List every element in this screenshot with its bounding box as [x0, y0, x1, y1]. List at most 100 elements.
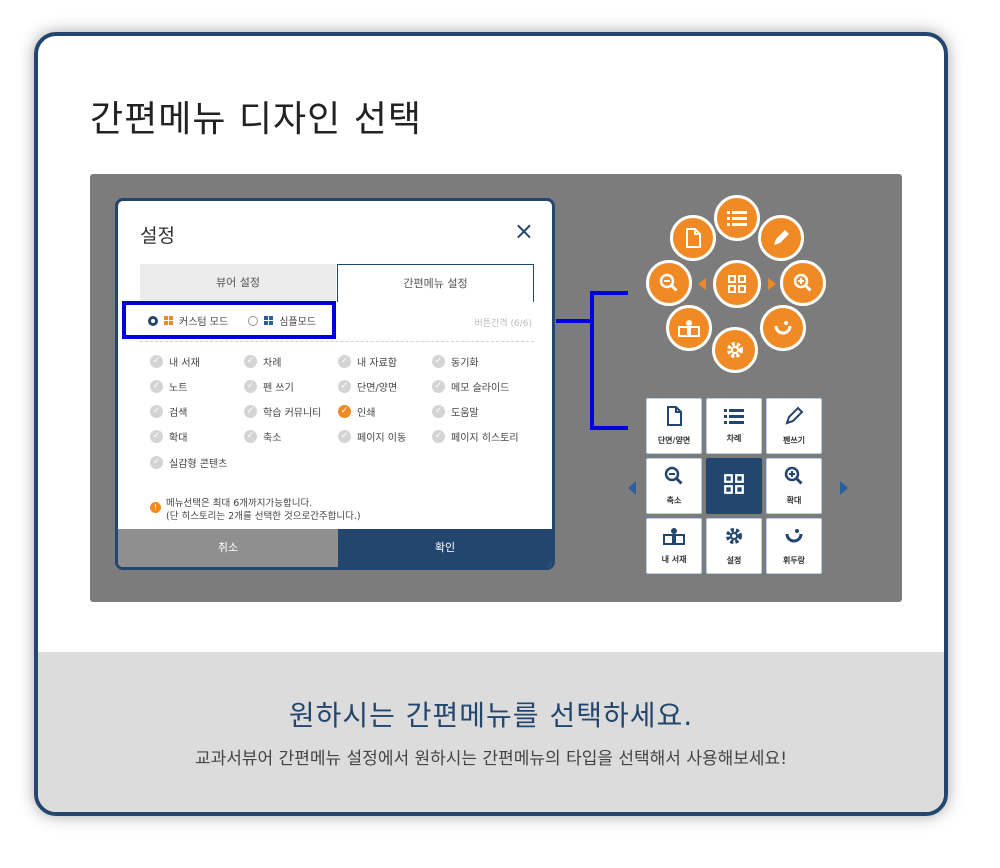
check-icon: ✓: [338, 355, 351, 368]
grid-menu-label: 축소: [666, 496, 682, 505]
pen-icon[interactable]: [758, 215, 804, 261]
dialog-title: 설정: [140, 225, 175, 247]
gear-icon[interactable]: [712, 327, 758, 373]
footer-title: 원하시는 간편메뉴를 선택하세요.: [288, 699, 694, 732]
option-label: 차례: [263, 358, 282, 369]
check-icon: ✓: [338, 380, 351, 393]
option-label: 노트: [169, 383, 188, 394]
option-label: 내 자료함: [357, 358, 397, 369]
grid-icon: [723, 473, 745, 499]
grid-menu-button[interactable]: 차례: [706, 398, 762, 454]
check-icon: ✓: [244, 430, 257, 443]
list-icon[interactable]: [714, 195, 760, 241]
option-label: 내 서재: [169, 358, 200, 369]
grid-menu-label: 단면/양면: [657, 436, 691, 445]
menu-option[interactable]: ✓ 도움말: [432, 404, 479, 419]
grid-menu-label: 휘두랑: [782, 556, 806, 565]
check-icon: ✓: [150, 355, 163, 368]
check-icon: ✓: [244, 355, 257, 368]
info-note: ! 메뉴선택은 최대 6개까지가능합니다. (단 히스토리는 2개를 선택한 것…: [150, 497, 361, 523]
preview-stage: 설정 × 뷰어 설정 간편메뉴 설정 커스텀 모드 심플모드 버튼간격 (6/6…: [90, 174, 902, 602]
footer-panel: 원하시는 간편메뉴를 선택하세요. 교과서뷰어 간편메뉴 설정에서 원하시는 간…: [38, 652, 944, 812]
grid-icon[interactable]: [713, 260, 761, 308]
settings-dialog: 설정 × 뷰어 설정 간편메뉴 설정 커스텀 모드 심플모드 버튼간격 (6/6…: [115, 198, 555, 570]
arrow-left-icon[interactable]: [698, 278, 706, 290]
book-icon[interactable]: [666, 305, 712, 351]
option-label: 메모 슬라이드: [451, 383, 510, 394]
option-label: 학습 커뮤니티: [263, 408, 322, 419]
divider: [140, 341, 534, 342]
tab-quickmenu-settings[interactable]: 간편메뉴 설정: [337, 264, 534, 302]
grid-menu-button[interactable]: 확대: [766, 458, 822, 514]
note-line-1: 메뉴선택은 최대 6개까지가능합니다.: [166, 498, 313, 509]
arrow-left-icon[interactable]: [628, 481, 636, 495]
zoom-out-icon[interactable]: [646, 260, 692, 306]
tab-viewer-settings[interactable]: 뷰어 설정: [140, 264, 336, 302]
menu-option[interactable]: ✓ 축소: [244, 429, 281, 444]
zoom-in-icon[interactable]: [780, 260, 826, 306]
list-icon: [724, 408, 744, 428]
mode-highlight-box: [122, 301, 336, 339]
menu-option[interactable]: ✓ 학습 커뮤니티: [244, 404, 321, 419]
logo-icon: [784, 526, 804, 550]
grid-menu-label: 내 서재: [661, 555, 687, 564]
option-label: 페이지 이동: [357, 433, 407, 444]
option-label: 단면/양면: [357, 383, 398, 394]
menu-option[interactable]: ✓ 확대: [150, 429, 187, 444]
check-icon: ✓: [338, 430, 351, 443]
confirm-button[interactable]: 확인: [338, 529, 552, 567]
menu-option[interactable]: ✓ 검색: [150, 404, 187, 419]
grid-menu-button[interactable]: [706, 458, 762, 514]
logo-icon[interactable]: [760, 305, 806, 351]
pen-icon: [784, 406, 804, 430]
option-label: 축소: [263, 433, 282, 444]
info-card: 간편메뉴 디자인 선택 설정 × 뷰어 설정 간편메뉴 설정 커스텀 모드 심플…: [34, 32, 948, 816]
page-title: 간편메뉴 디자인 선택: [90, 99, 422, 140]
grid-menu-label: 펜쓰기: [782, 436, 806, 445]
note-line-2: (단 히스토리는 2개를 선택한 것으로간주합니다.): [166, 511, 361, 522]
spacing-text: 버튼간격 (6/6): [474, 319, 533, 329]
close-icon[interactable]: ×: [514, 217, 534, 245]
check-icon: ✓: [150, 405, 163, 418]
grid-menu-button[interactable]: 펜쓰기: [766, 398, 822, 454]
option-label: 검색: [169, 408, 188, 419]
check-icon: ✓: [432, 405, 445, 418]
menu-option[interactable]: ✓ 실감형 콘텐츠: [150, 455, 227, 470]
menu-option[interactable]: ✓ 인쇄: [338, 404, 375, 419]
menu-option[interactable]: ✓ 내 자료함: [338, 354, 397, 369]
option-label: 인쇄: [357, 408, 376, 419]
grid-menu-button[interactable]: 내 서재: [646, 518, 702, 574]
menu-option[interactable]: ✓ 동기화: [432, 354, 479, 369]
option-label: 페이지 히스토리: [451, 433, 519, 444]
menu-option[interactable]: ✓ 페이지 히스토리: [432, 429, 519, 444]
check-icon: ✓: [150, 430, 163, 443]
grid-menu-button[interactable]: 휘두랑: [766, 518, 822, 574]
check-icon: ✓: [150, 456, 163, 469]
arrow-right-icon[interactable]: [768, 278, 776, 290]
menu-option[interactable]: ✓ 단면/양면: [338, 379, 397, 394]
menu-option[interactable]: ✓ 노트: [150, 379, 187, 394]
menu-option[interactable]: ✓ 내 서재: [150, 354, 200, 369]
connector-line: [590, 426, 628, 430]
check-icon: ✓: [244, 380, 257, 393]
connector-line: [556, 319, 594, 323]
grid-menu-label: 차례: [726, 434, 742, 443]
info-icon: !: [150, 502, 161, 513]
check-icon: ✓: [432, 430, 445, 443]
option-label: 동기화: [451, 358, 479, 369]
grid-menu-button[interactable]: 단면/양면: [646, 398, 702, 454]
arrow-right-icon[interactable]: [840, 481, 848, 495]
grid-menu-button[interactable]: 설정: [706, 518, 762, 574]
check-icon: ✓: [432, 355, 445, 368]
option-label: 펜 쓰기: [263, 383, 294, 394]
option-label: 실감형 콘텐츠: [169, 459, 228, 470]
cancel-button[interactable]: 취소: [118, 529, 338, 567]
menu-option[interactable]: ✓ 페이지 이동: [338, 429, 406, 444]
zoom-out-icon: [664, 466, 684, 490]
grid-menu-button[interactable]: 축소: [646, 458, 702, 514]
menu-option[interactable]: ✓ 차례: [244, 354, 281, 369]
check-icon: ✓: [338, 405, 351, 418]
menu-option[interactable]: ✓ 펜 쓰기: [244, 379, 294, 394]
page-icon[interactable]: [670, 215, 716, 261]
menu-option[interactable]: ✓ 메모 슬라이드: [432, 379, 509, 394]
